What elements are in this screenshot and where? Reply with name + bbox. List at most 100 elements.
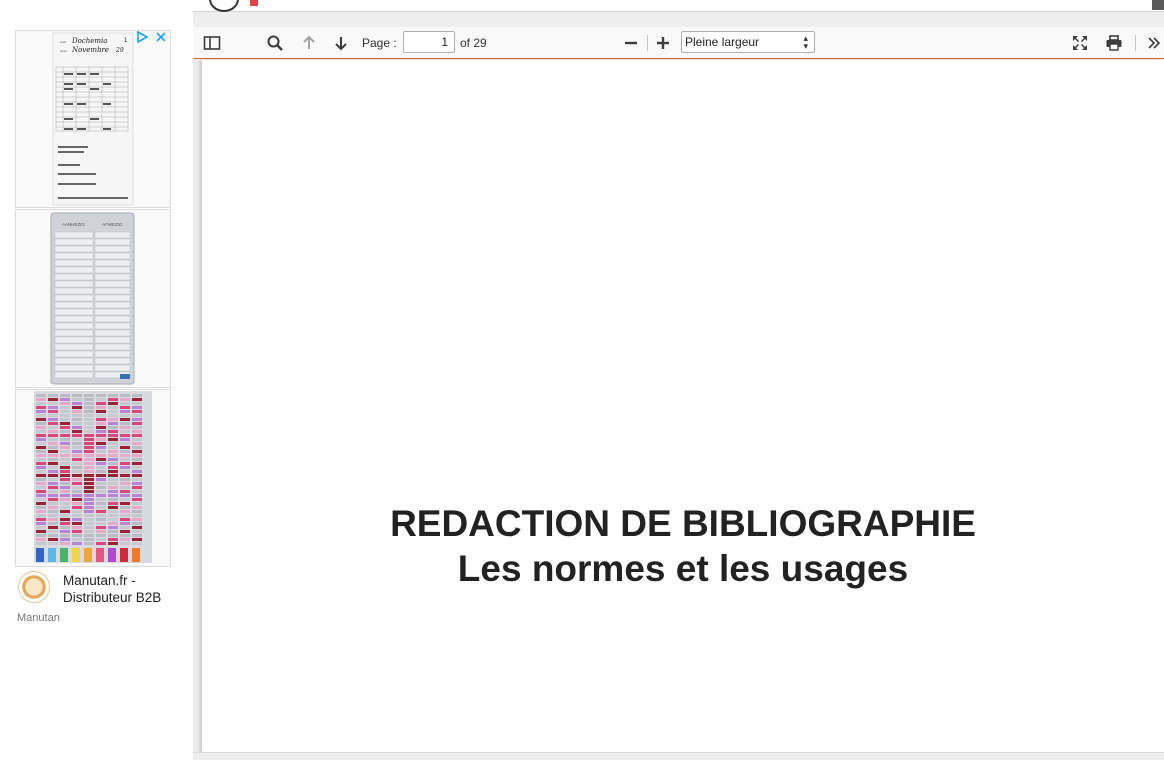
planning-card [96,410,106,413]
ad-product-image-3[interactable] [15,389,171,567]
planning-card [120,486,130,489]
planning-card [84,490,94,493]
planning-card [132,478,142,481]
planning-card [120,482,130,485]
ad-brand-title[interactable]: Manutan.fr - Distributeur B2B [63,572,178,606]
planning-card [36,434,46,437]
search-icon[interactable] [264,32,286,54]
planning-card [72,410,82,413]
planning-card [132,398,142,401]
page-label: Page : [362,36,397,50]
planning-card [84,466,94,469]
planning-card [132,406,142,409]
planning-card [72,478,82,481]
planning-card [72,462,82,465]
planning-card [132,466,142,469]
planning-card [48,478,58,481]
arrow-up-icon[interactable] [299,32,319,54]
planning-card [108,394,118,397]
planning-card [120,462,130,465]
planning-card [36,470,46,473]
planning-card [72,430,82,433]
planning-card [120,430,130,433]
planning-card [84,450,94,453]
planning-card [36,498,46,501]
planning-card [48,474,58,477]
planning-card [60,522,70,525]
circle-icon [209,0,239,12]
planning-card [132,542,142,545]
planning-card [36,410,46,413]
planning-card [48,414,58,417]
svg-text:29: 29 [115,47,124,54]
planning-card [96,422,106,425]
planning-card [108,538,118,541]
planning-card [36,510,46,513]
planning-card [84,426,94,429]
planning-card [132,490,142,493]
zoom-select[interactable]: Pleine largeur ▴ ▾ [681,31,815,53]
planning-card [60,542,70,545]
scrollbar-thumb[interactable] [1152,0,1164,10]
planning-card [96,526,106,529]
planning-card [120,454,130,457]
ad-product-image-2[interactable]: AANHEZIG AFWEZIG [15,209,171,388]
planning-card [120,534,130,537]
manutan-logo [18,571,50,603]
planning-card [72,534,82,537]
planning-card [60,442,70,445]
planning-card [72,538,82,541]
planning-card [60,478,70,481]
planning-card [48,510,58,513]
planning-card [96,486,106,489]
planning-card [48,462,58,465]
planning-card [60,402,70,405]
planning-card [84,398,94,401]
planning-card [48,426,58,429]
planning-card [120,502,130,505]
planning-card [108,526,118,529]
planning-card [72,438,82,441]
double-chevron-icon[interactable] [1145,32,1163,54]
planning-card [36,522,46,525]
planning-card [132,514,142,517]
planning-card [96,494,106,497]
planning-card [108,426,118,429]
plus-icon[interactable] [653,32,673,54]
fullscreen-icon[interactable] [1069,32,1091,54]
planning-card [60,474,70,477]
planning-card [48,498,58,501]
planning-card [96,398,106,401]
planning-card [132,506,142,509]
ad-choices-icon[interactable] [136,31,149,46]
planning-card [120,514,130,517]
select-arrows-icon: ▴ ▾ [803,33,808,51]
planning-card [108,466,118,469]
planning-card [60,510,70,513]
planning-card [108,522,118,525]
close-icon[interactable] [156,31,166,46]
planning-card [132,426,142,429]
planning-card [72,422,82,425]
title-line-2: Les normes et les usages [457,548,909,589]
planning-card [48,534,58,537]
svg-text:mois: mois [60,49,67,53]
board-header-right: AFWEZIG [102,222,123,227]
page-number-input[interactable]: 1 [403,31,455,53]
ad-brand[interactable]: Manutan.fr - Distributeur B2B [18,570,178,610]
minus-icon[interactable] [621,32,641,54]
document-area[interactable]: REDACTION DE BIBLIOGRAPHIE Les normes et… [193,60,1164,752]
planning-card [36,442,46,445]
planning-card [84,498,94,501]
planning-card [132,470,142,473]
planning-card [72,466,82,469]
sidebar-toggle-icon[interactable] [201,32,223,54]
ad-product-image-1[interactable]: nom Dochemia 1 mois Novembre 29 [15,30,171,208]
planning-card [120,522,130,525]
arrow-down-icon[interactable] [331,32,351,54]
pdf-viewer: Page : 1 of 29 Pleine largeur ▴ ▾ REDACTI… [193,0,1164,760]
print-icon[interactable] [1103,32,1125,54]
planning-card [72,434,82,437]
planning-card [120,538,130,541]
planning-card [96,478,106,481]
